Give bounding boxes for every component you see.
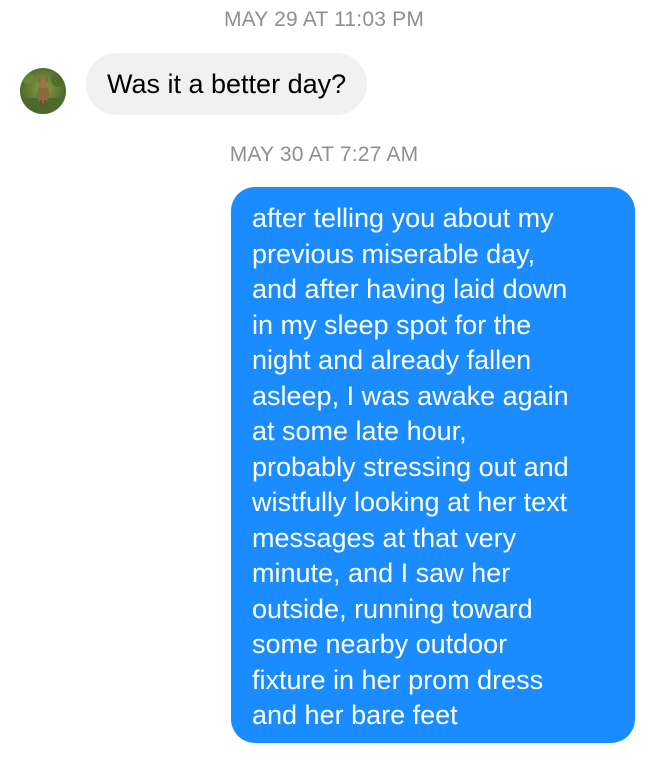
outgoing-message-line: probably stressing out and [252, 451, 569, 482]
outgoing-message-line: at some late hour, [252, 416, 467, 446]
outgoing-message-line: wistfully looking at her text [252, 487, 568, 517]
outgoing-message-line: in my sleep spot for the [252, 309, 532, 340]
outgoing-message-line: asleep, I was awake again [252, 380, 569, 411]
outgoing-message-line: and after having laid down [252, 274, 568, 304]
incoming-message-text: Was it a better day? [107, 68, 347, 99]
timestamp-may-30: MAY 30 AT 7:27 AM [229, 143, 419, 166]
outgoing-message-line: outside, running toward [252, 593, 533, 624]
outgoing-message-line: minute, and I saw her [252, 558, 511, 588]
outgoing-message-line: night and already fallen [252, 345, 532, 375]
deer-photo-avatar-icon [20, 68, 66, 114]
outgoing-message-line: and her bare feet [252, 700, 458, 730]
outgoing-message-bubble[interactable]: after telling you about my previous mise… [231, 187, 635, 743]
outgoing-message-line: messages at that very [252, 522, 517, 553]
outgoing-message-line: previous miserable day, [252, 238, 536, 269]
outgoing-message-line: after telling you about my [252, 203, 554, 233]
contact-avatar[interactable] [20, 68, 66, 114]
outgoing-message-line: some nearby outdoor [252, 629, 508, 659]
timestamp-may-29: MAY 29 AT 11:03 PM [223, 8, 425, 31]
incoming-message-bubble[interactable]: Was it a better day? [86, 53, 368, 115]
outgoing-message-line: fixture in her prom dress [252, 664, 544, 695]
